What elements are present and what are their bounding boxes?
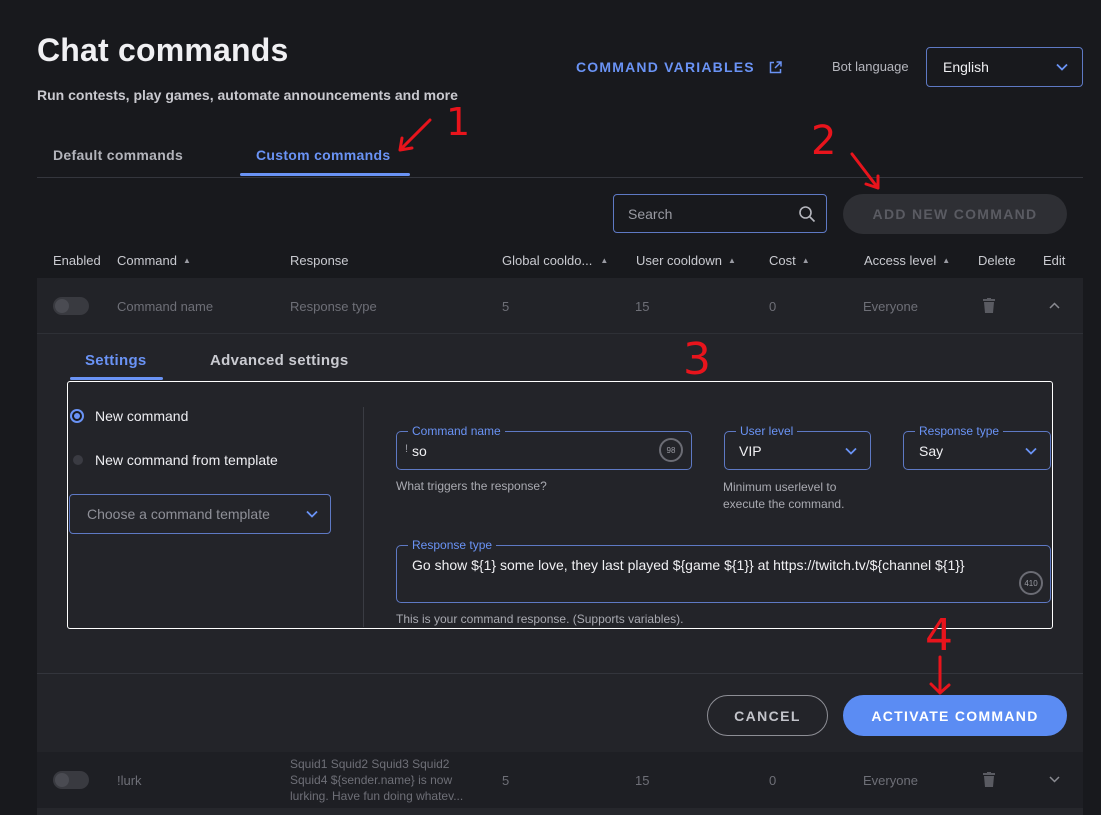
response-cell: Response type bbox=[290, 299, 377, 314]
access-level-cell: Everyone bbox=[863, 299, 918, 314]
response-helper: This is your command response. (Supports… bbox=[396, 612, 684, 626]
global-cooldown-cell: 5 bbox=[502, 773, 510, 788]
user-cooldown-cell: 15 bbox=[635, 299, 650, 314]
radio-new-from-template-label[interactable]: New command from template bbox=[95, 452, 278, 468]
command-cell: !lurk bbox=[117, 773, 142, 788]
tab-advanced-settings[interactable]: Advanced settings bbox=[210, 352, 348, 369]
user-level-value: VIP bbox=[739, 443, 762, 459]
column-label: User cooldown bbox=[636, 253, 722, 268]
command-name-helper: What triggers the response? bbox=[396, 479, 547, 493]
enabled-toggle[interactable] bbox=[53, 297, 89, 315]
column-header-edit: Edit bbox=[1043, 253, 1065, 268]
response-value: Go show ${1} some love, they last played… bbox=[412, 557, 965, 573]
column-header-delete: Delete bbox=[978, 253, 1016, 268]
add-new-command-button[interactable]: ADD NEW COMMAND bbox=[843, 194, 1067, 234]
radio-new-command-label[interactable]: New command bbox=[95, 408, 188, 424]
page-title: Chat commands bbox=[37, 32, 289, 68]
active-subtab-indicator bbox=[70, 377, 163, 380]
tab-default-commands[interactable]: Default commands bbox=[53, 147, 183, 163]
chevron-down-icon bbox=[306, 510, 318, 518]
chevron-up-icon[interactable] bbox=[1049, 302, 1060, 309]
user-level-helper-1: Minimum userlevel to bbox=[723, 480, 837, 494]
command-name-field[interactable]: Command name ! so 98 bbox=[396, 424, 692, 470]
global-cooldown-cell: 5 bbox=[502, 299, 510, 314]
chevron-down-icon[interactable] bbox=[1049, 776, 1060, 783]
column-header-user-cooldown[interactable]: User cooldown ▲ bbox=[636, 253, 736, 268]
column-header-response: Response bbox=[290, 253, 349, 268]
radio-new-from-template[interactable] bbox=[73, 455, 83, 465]
response-line: lurking. Have fun doing whatev... bbox=[290, 789, 464, 803]
column-label: Cost bbox=[769, 253, 796, 268]
column-header-access-level[interactable]: Access level ▲ bbox=[864, 253, 950, 268]
chevron-down-icon bbox=[1025, 447, 1037, 455]
response-type-value: Say bbox=[919, 443, 944, 459]
command-template-placeholder: Choose a command template bbox=[87, 506, 270, 522]
column-header-command[interactable]: Command ▲ bbox=[117, 253, 191, 268]
command-tabs: Default commands Custom commands bbox=[37, 136, 1083, 178]
cancel-button[interactable]: CANCEL bbox=[707, 695, 828, 736]
external-link-icon bbox=[769, 60, 782, 73]
active-tab-indicator bbox=[240, 173, 410, 176]
bot-language-label: Bot language bbox=[832, 59, 909, 74]
search-input[interactable]: Search bbox=[613, 194, 827, 233]
sort-arrow-icon: ▲ bbox=[728, 256, 736, 265]
response-type-select[interactable]: Response type Say bbox=[903, 424, 1051, 470]
sort-arrow-icon: ▲ bbox=[600, 256, 609, 265]
command-cell: Command name bbox=[117, 299, 214, 314]
column-label: Enabled bbox=[53, 253, 101, 268]
command-prefix: ! bbox=[405, 443, 409, 455]
trash-icon[interactable] bbox=[983, 772, 995, 787]
radio-new-command[interactable] bbox=[70, 409, 84, 423]
column-label: Edit bbox=[1043, 253, 1066, 268]
bot-language-select[interactable]: English bbox=[926, 47, 1083, 87]
command-variables-label: COMMAND VARIABLES bbox=[576, 59, 755, 75]
search-icon bbox=[799, 205, 816, 222]
enabled-toggle[interactable] bbox=[53, 771, 89, 789]
column-label: Global cooldo... bbox=[502, 253, 593, 268]
access-level-cell: Everyone bbox=[863, 773, 918, 788]
command-name-value: so bbox=[412, 443, 427, 459]
column-label: Access level bbox=[864, 253, 937, 268]
response-type-label: Response type bbox=[915, 424, 1004, 438]
response-line: Squid4 ${sender.name} is now bbox=[290, 773, 453, 787]
column-header-cost[interactable]: Cost ▲ bbox=[769, 253, 810, 268]
column-label: Response bbox=[290, 253, 349, 268]
sort-arrow-icon: ▲ bbox=[801, 256, 810, 265]
sort-arrow-icon: ▲ bbox=[942, 256, 951, 265]
response-cell: Squid1 Squid2 Squid3 Squid2 Squid4 ${sen… bbox=[290, 756, 463, 804]
command-template-select[interactable]: Choose a command template bbox=[69, 494, 331, 534]
panel-footer-divider bbox=[37, 673, 1083, 674]
search-placeholder: Search bbox=[628, 205, 673, 222]
sort-arrow-icon: ▲ bbox=[182, 256, 191, 265]
column-label: Delete bbox=[978, 253, 1016, 268]
character-counter: 410 bbox=[1019, 571, 1043, 595]
page-subtitle: Run contests, play games, automate annou… bbox=[37, 87, 458, 103]
activate-command-button[interactable]: ACTIVATE COMMAND bbox=[843, 695, 1067, 736]
response-line: Squid1 Squid2 Squid3 Squid2 bbox=[290, 757, 450, 771]
tab-custom-commands[interactable]: Custom commands bbox=[256, 147, 390, 163]
cost-cell: 0 bbox=[769, 299, 777, 314]
user-level-select[interactable]: User level VIP bbox=[724, 424, 871, 470]
trash-icon[interactable] bbox=[983, 298, 995, 313]
cost-cell: 0 bbox=[769, 773, 777, 788]
column-header-global-cooldown[interactable]: Global cooldo... ▲ bbox=[502, 253, 608, 268]
response-label: Response type bbox=[408, 538, 497, 552]
column-header-enabled: Enabled bbox=[53, 253, 101, 268]
user-level-label: User level bbox=[736, 424, 798, 438]
user-level-helper-2: execute the command. bbox=[723, 497, 845, 511]
chevron-down-icon bbox=[845, 447, 857, 455]
tab-settings[interactable]: Settings bbox=[85, 352, 147, 369]
bot-language-value: English bbox=[943, 59, 989, 75]
command-variables-link[interactable]: COMMAND VARIABLES bbox=[576, 59, 782, 75]
table-row: Command name Response type 5 15 0 Everyo… bbox=[37, 278, 1083, 334]
table-row bbox=[37, 808, 1083, 815]
character-counter: 98 bbox=[659, 438, 683, 462]
user-cooldown-cell: 15 bbox=[635, 773, 650, 788]
chevron-down-icon bbox=[1056, 63, 1068, 71]
table-row: !lurk Squid1 Squid2 Squid3 Squid2 Squid4… bbox=[37, 752, 1083, 808]
column-divider bbox=[363, 407, 364, 627]
response-textarea[interactable]: Response type Go show ${1} some love, th… bbox=[396, 538, 1051, 603]
column-label: Command bbox=[117, 253, 177, 268]
command-name-label: Command name bbox=[408, 424, 505, 438]
